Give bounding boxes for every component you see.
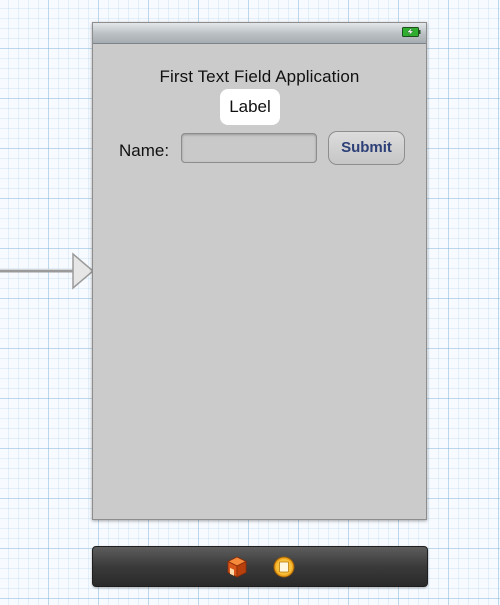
submit-button[interactable]: Submit (328, 131, 405, 165)
first-responder-cube-icon[interactable] (226, 556, 248, 578)
title-label: First Text Field Application (159, 67, 360, 86)
entry-arrow-icon[interactable] (0, 252, 96, 290)
status-bar (93, 23, 426, 44)
scene-dock (92, 546, 428, 587)
name-text-field[interactable] (181, 133, 317, 163)
output-label: Label (220, 89, 280, 125)
view-controller-icon[interactable] (273, 556, 295, 578)
name-label: Name: (119, 141, 170, 160)
view-controller-scene[interactable]: First Text Field Application Label Name:… (92, 22, 427, 520)
battery-charging-icon (402, 27, 421, 37)
